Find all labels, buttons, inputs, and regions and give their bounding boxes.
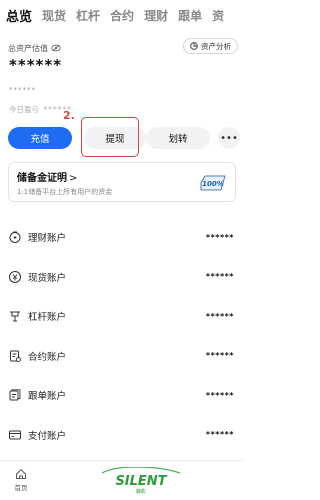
account-value: ****** <box>205 232 234 242</box>
silent-watermark-logo: SILENT 静影 <box>101 467 181 495</box>
reserve-title-text: 储备金证明 <box>17 173 67 184</box>
reserve-subtitle: 1:1储备平台上所有用户的资金 <box>17 188 113 196</box>
deposit-button[interactable]: 充值 <box>8 127 72 149</box>
tab-copy-trade[interactable]: 跟单 <box>178 7 202 24</box>
pie-chart-icon <box>190 42 198 50</box>
proof-of-reserves-card[interactable]: 储备金证明 > 1:1储备平台上所有用户的资金 100% <box>8 162 236 202</box>
futures-icon <box>10 350 21 362</box>
reserve-badge-text: 100% <box>202 180 224 188</box>
watermark-subtext: 静影 <box>136 488 146 495</box>
account-list: 理财账户 ****** 现货账户 ****** 杠杆账户 ****** 合约账户… <box>8 222 236 459</box>
asset-header: 总资产估值 资产分析 <box>8 38 238 56</box>
account-name: 支付账户 <box>28 430 67 442</box>
account-value: ****** <box>205 311 234 321</box>
bottom-nav: 首页 SILENT 静影 <box>0 460 244 500</box>
account-value: ****** <box>205 272 234 281</box>
reserve-title: 储备金证明 > <box>17 169 227 184</box>
finance-icon <box>9 231 21 243</box>
home-label: 首页 <box>14 484 28 492</box>
transfer-button[interactable]: 划转 <box>146 127 210 149</box>
annotation-step-label: 2. <box>63 109 75 122</box>
account-row-futures[interactable]: 合约账户 ****** <box>8 341 236 371</box>
pay-icon <box>9 430 21 439</box>
account-value: ****** <box>205 351 234 360</box>
asset-label: 总资产估值 <box>8 43 48 53</box>
asset-analysis-label: 资产分析 <box>201 41 231 51</box>
account-row-pay[interactable]: 支付账户 ****** <box>8 420 236 450</box>
account-row-copy-trade[interactable]: 跟单账户 ****** <box>8 380 236 410</box>
account-name: 理财账户 <box>28 233 67 244</box>
tab-finance[interactable]: 理财 <box>144 7 168 24</box>
top-tab-bar: 总览 现货 杠杆 合约 理财 跟单 资 <box>0 4 244 26</box>
tab-margin[interactable]: 杠杆 <box>76 7 100 24</box>
account-row-finance[interactable]: 理财账户 ****** <box>8 222 236 252</box>
tab-overview[interactable]: 总览 <box>6 6 32 25</box>
reserve-badge-icon: 100% <box>200 175 226 191</box>
tab-futures[interactable]: 合约 <box>110 7 134 24</box>
account-name: 跟单账户 <box>28 391 67 402</box>
account-name: 杠杆账户 <box>28 312 67 323</box>
eye-off-icon[interactable] <box>51 44 61 52</box>
tab-spot[interactable]: 现货 <box>42 7 66 24</box>
account-row-spot[interactable]: 现货账户 ****** <box>8 262 236 292</box>
annotation-highlight <box>81 117 139 157</box>
asset-sub-value: ****** <box>9 86 36 94</box>
account-name: 合约账户 <box>28 351 67 363</box>
watermark-text: SILENT <box>115 474 167 489</box>
asset-analysis-button[interactable]: 资产分析 <box>183 38 238 54</box>
spot-icon <box>9 270 21 283</box>
today-pnl-label: 今日盈亏 <box>9 105 39 114</box>
account-value: ****** <box>205 430 234 439</box>
more-options-button[interactable]: ••• <box>218 127 240 149</box>
nav-home[interactable]: 首页 <box>10 468 32 492</box>
copy-trade-icon <box>9 389 21 401</box>
tab-assets-partial[interactable]: 资 <box>212 7 224 24</box>
total-asset-value: ****** <box>9 56 63 74</box>
chevron-right-icon: > <box>69 173 78 184</box>
home-icon <box>16 469 26 479</box>
account-value: ****** <box>205 390 234 400</box>
account-name: 现货账户 <box>28 272 67 284</box>
account-row-margin[interactable]: 杠杆账户 ****** <box>8 301 236 331</box>
margin-icon <box>10 311 20 322</box>
